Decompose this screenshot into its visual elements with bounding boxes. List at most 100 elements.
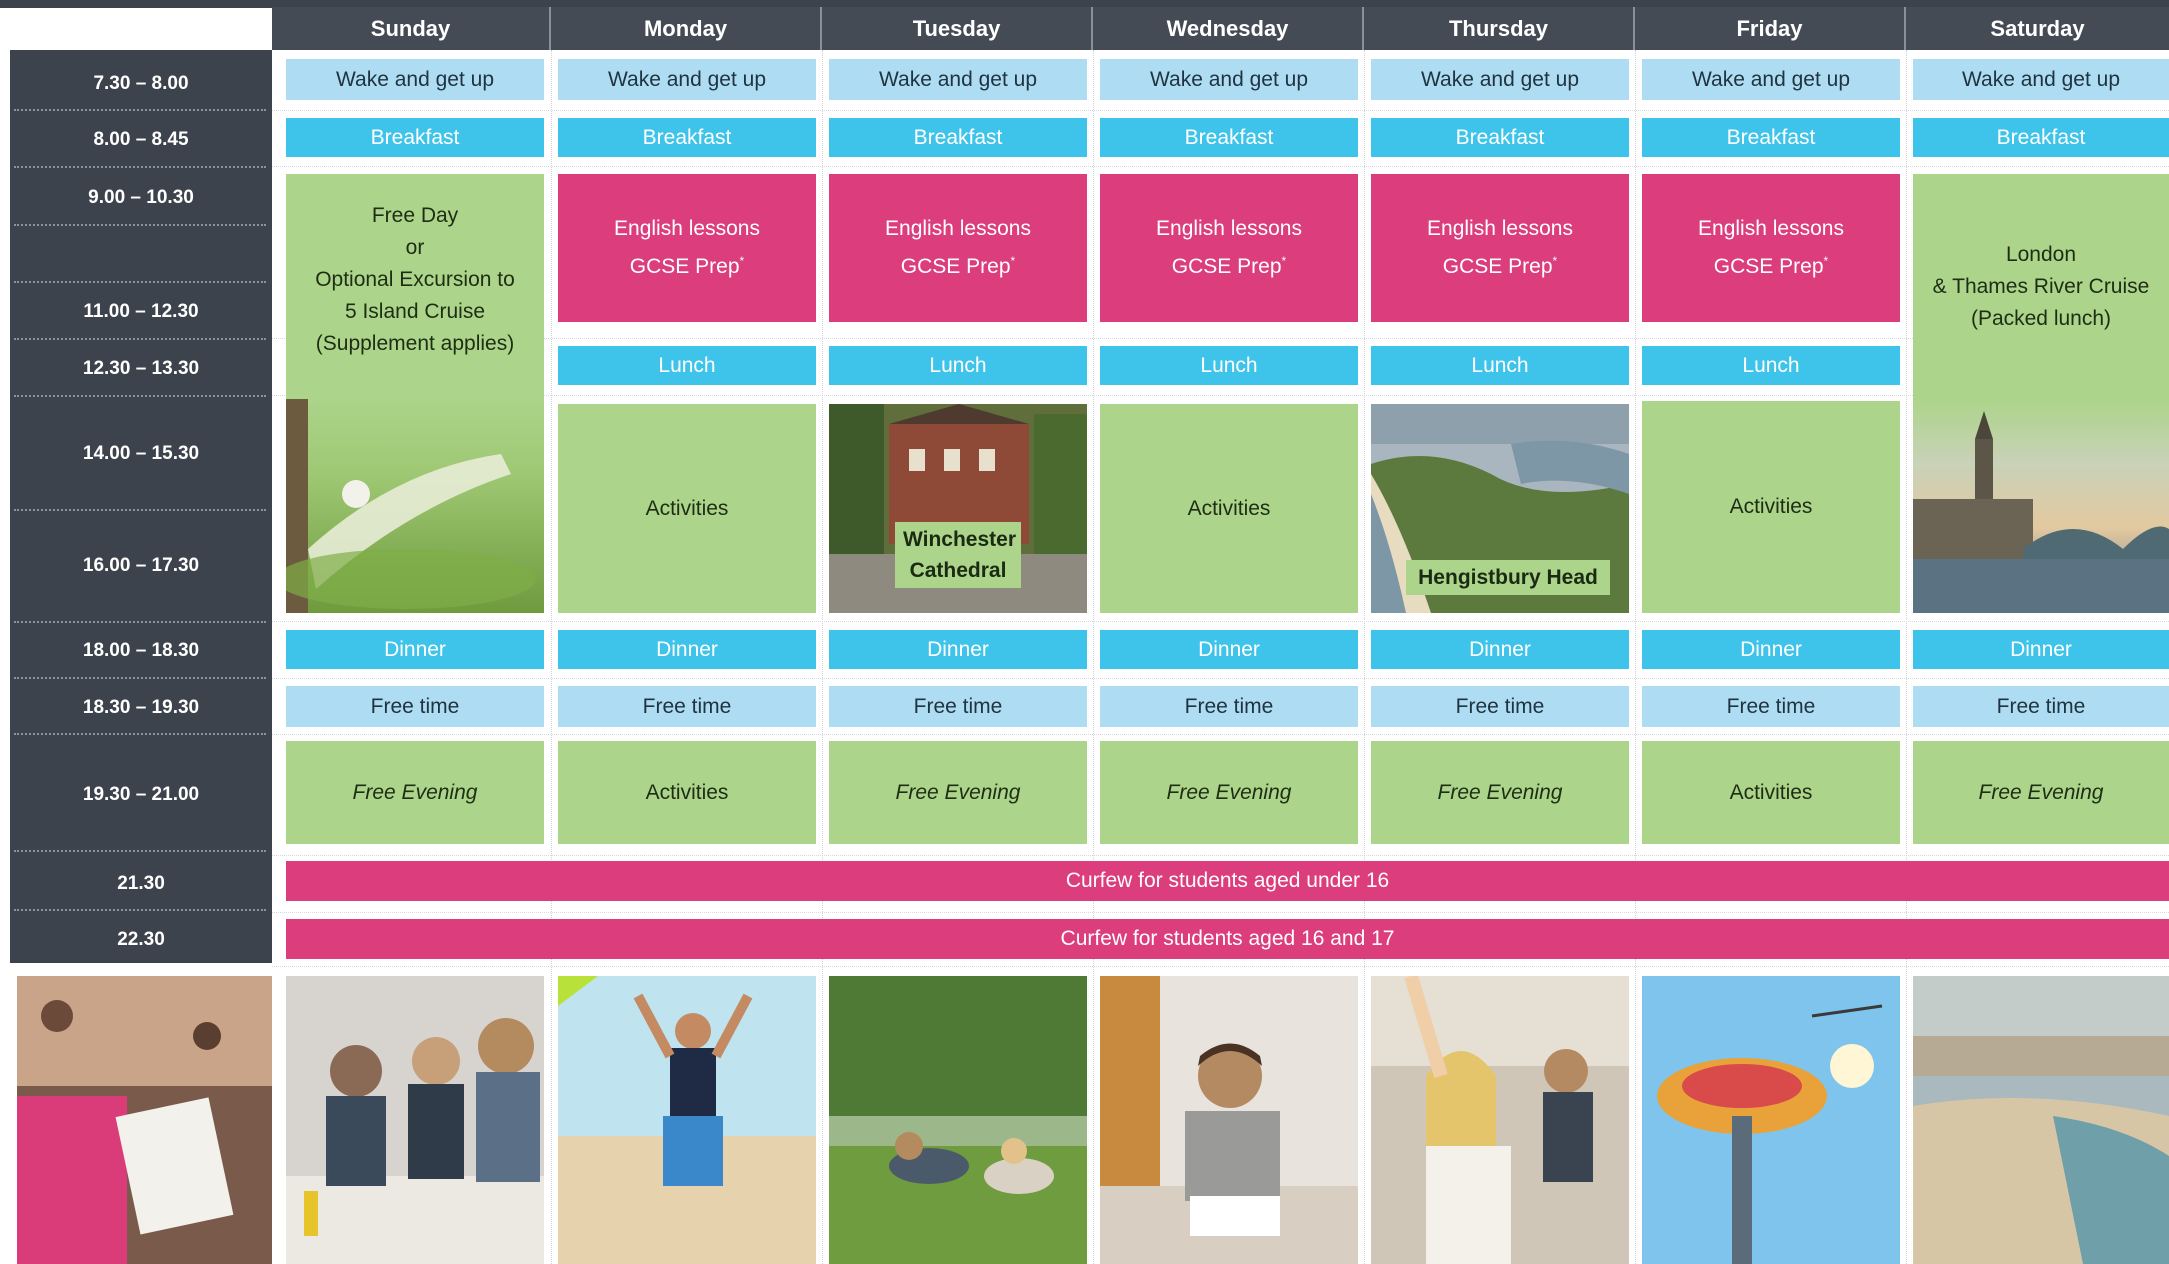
saturday-line: (Packed lunch) [1970,307,2112,330]
lessons-title: English lessons [1698,217,1844,240]
lessons-footnote-mark: * [1823,254,1829,268]
saturday-london-block: London & Thames River Cruise (Packed lun… [1913,174,2169,613]
day-header-tuesday: Tuesday [822,7,1093,50]
time-separator [14,909,266,911]
wake-wednesday: Wake and get up [1100,59,1358,100]
lessons-tuesday: English lessons GCSE Prep* [829,174,1087,322]
lessons-title: English lessons [1156,217,1302,240]
lessons-title: English lessons [1427,217,1573,240]
lessons-subtitle: GCSE Prep* [1443,245,1557,283]
afternoon-friday: Activities [1642,401,1900,613]
grid-line [272,166,2169,167]
bournemouth-beach-photo [1913,976,2169,1264]
lessons-wednesday: English lessons GCSE Prep* [1100,174,1358,322]
lunch-tuesday: Lunch [829,346,1087,385]
grid-line [272,621,2169,622]
classroom-hand-up-photo [1371,976,1629,1264]
free-time-friday: Free time [1642,686,1900,727]
fairground-ride-photo [1642,976,1900,1264]
time-label: 7.30 – 8.00 [93,73,189,94]
lessons-footnote-mark: * [1010,254,1016,268]
wake-monday: Wake and get up [558,59,816,100]
dinner-sunday: Dinner [286,630,544,669]
grid-line [272,855,2169,856]
student-writing-photo [1100,976,1358,1264]
grid-line [272,912,2169,913]
lunch-friday: Lunch [1642,346,1900,385]
day-header-thursday: Thursday [1364,7,1635,50]
wake-sunday: Wake and get up [286,59,544,100]
lessons-friday: English lessons GCSE Prep* [1642,174,1900,322]
evening-tuesday: Free Evening [829,741,1087,844]
time-label: 18.00 – 18.30 [82,640,200,661]
evening-wednesday: Free Evening [1100,741,1358,844]
time-label: 14.00 – 15.30 [82,443,200,464]
students-table-photo [286,976,544,1264]
evening-friday: Activities [1642,741,1900,844]
time-label: 19.30 – 21.00 [82,784,200,805]
grid-line [551,50,552,1264]
curfew-16-17: Curfew for students aged 16 and 17 [286,919,2169,959]
winchester-caption-line: Cathedral [909,559,1007,582]
time-separator [14,338,266,340]
afternoon-wednesday: Activities [1100,404,1358,613]
evening-thursday: Free Evening [1371,741,1629,844]
london-photo [1913,399,2169,613]
day-header-sunday: Sunday [272,7,551,50]
time-label: 22.30 [117,929,165,950]
lessons-gcse: GCSE Prep [1171,255,1282,278]
breakfast-thursday: Breakfast [1371,118,1629,157]
day-header-monday: Monday [551,7,822,50]
lessons-gcse: GCSE Prep [629,255,740,278]
curfew-under-16: Curfew for students aged under 16 [286,861,2169,901]
day-header-saturday: Saturday [1990,15,2085,41]
wake-tuesday: Wake and get up [829,59,1087,100]
lessons-subtitle: GCSE Prep* [901,245,1015,283]
wake-saturday: Wake and get up [1913,59,2169,100]
time-separator [14,395,266,397]
lessons-subtitle: GCSE Prep* [1172,245,1286,283]
breakfast-monday: Breakfast [558,118,816,157]
lessons-monday: English lessons GCSE Prep* [558,174,816,322]
dinner-thursday: Dinner [1371,630,1629,669]
park-picnic-photo [829,976,1087,1264]
lessons-subtitle: GCSE Prep* [1714,245,1828,283]
afternoon-thursday: Hengistbury Head [1371,404,1629,613]
sunday-line: or [405,236,425,259]
lessons-title: English lessons [614,217,760,240]
time-separator [14,733,266,735]
evening-sunday: Free Evening [286,741,544,844]
free-time-monday: Free time [558,686,816,727]
grid-line [1906,50,1907,1264]
free-time-tuesday: Free time [829,686,1087,727]
sunday-free-day-block: Free Day or Optional Excursion to 5 Isla… [286,174,544,613]
lunch-wednesday: Lunch [1100,346,1358,385]
winchester-caption: Winchester Cathedral [895,522,1021,588]
time-separator [14,677,266,679]
grid-line [272,966,2169,967]
time-separator [14,509,266,511]
grid-line [1635,50,1636,1264]
day-header-wednesday: Wednesday [1093,7,1364,50]
time-label: 18.30 – 19.30 [82,697,200,718]
winchester-caption-line: Winchester [903,528,1017,551]
free-time-thursday: Free time [1371,686,1629,727]
time-separator [14,166,266,168]
time-separator [14,224,266,226]
saturday-london-text: London & Thames River Cruise (Packed lun… [1913,239,2169,335]
time-separator [14,281,266,283]
wake-thursday: Wake and get up [1371,59,1629,100]
lessons-footnote-mark: * [1281,254,1287,268]
time-label: 9.00 – 10.30 [88,187,194,208]
time-separator [14,109,266,111]
dinner-tuesday: Dinner [829,630,1087,669]
lessons-gcse: GCSE Prep [1713,255,1824,278]
grid-line [272,678,2169,679]
lessons-footnote-mark: * [1552,254,1558,268]
sunday-line: 5 Island Cruise [344,300,486,323]
time-label: 16.00 – 17.30 [82,555,200,576]
grid-line [1093,50,1094,1264]
beach-volleyball-photo [558,976,816,1264]
breakfast-friday: Breakfast [1642,118,1900,157]
lessons-thursday: English lessons GCSE Prep* [1371,174,1629,322]
